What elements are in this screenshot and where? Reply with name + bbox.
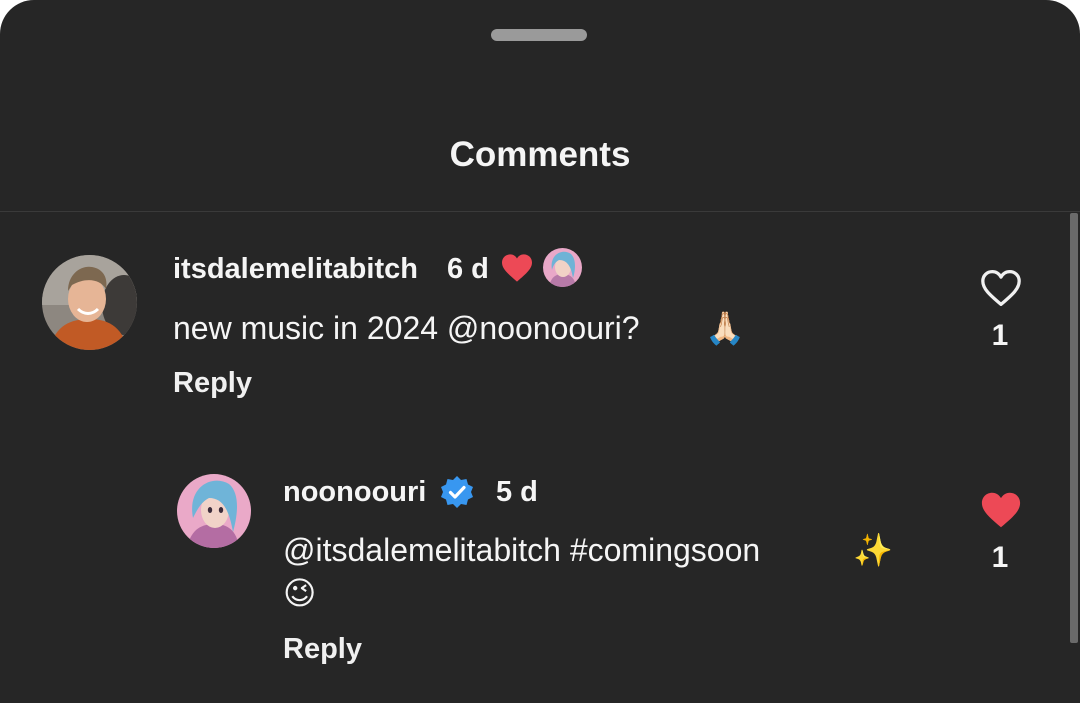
comment-username[interactable]: itsdalemelitabitch [173,253,418,286]
reply-button[interactable]: Reply [173,367,252,400]
sparkles-emoji: ✨ [853,532,893,568]
comment-text: new music in 2024 @noonoouri? [173,310,640,346]
like-count: 1 [991,541,1009,574]
avatar[interactable] [177,474,251,548]
wink-emoji: 😉 [283,575,317,611]
like-count: 1 [991,319,1009,352]
heart-outline-icon[interactable] [979,268,1023,308]
comment-username[interactable]: noonoouri [283,476,426,509]
comment-timestamp: 6 d [447,253,489,285]
scrollbar[interactable] [1070,213,1078,643]
comment-timestamp: 5 d [496,476,538,508]
header-divider [0,211,1080,212]
creator-heart-icon [500,253,534,283]
heart-filled-icon[interactable] [979,490,1023,530]
verified-badge-icon [439,474,475,510]
avatar[interactable] [42,255,137,350]
comment-text: @itsdalemelitabitch #comingsoon [283,532,761,568]
comments-sheet: Comments itsdalemelitabitch 6 d new musi… [0,0,1080,703]
reply-button[interactable]: Reply [283,633,362,666]
sheet-title: Comments [449,135,631,174]
creator-avatar-small [543,248,582,287]
comment-emoji: 🙏🏻 [705,310,745,346]
drag-handle[interactable] [491,29,587,41]
